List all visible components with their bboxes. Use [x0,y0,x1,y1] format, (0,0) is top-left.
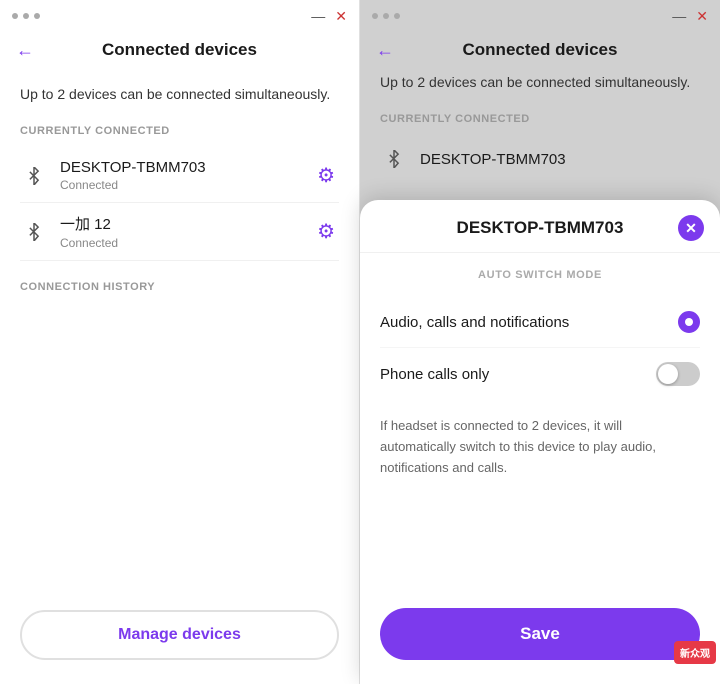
bluetooth-icon-1 [20,162,48,190]
right-device-partial-name: DESKTOP-TBMM703 [420,151,566,168]
watermark: 新众观 [674,641,716,664]
manage-devices-button[interactable]: Manage devices [20,610,339,660]
right-dot-1 [372,13,378,19]
left-page-title: Connected devices [102,40,257,60]
left-minimize-button[interactable]: — [311,9,325,23]
device-1-info: DESKTOP-TBMM703 Connected [60,159,313,192]
right-window-controls: — ✕ [672,9,708,23]
left-close-button[interactable]: ✕ [335,9,347,23]
device-2-status: Connected [60,236,313,250]
auto-switch-section-label: AUTO SWITCH MODE [380,269,700,281]
left-dots [12,13,40,19]
right-dot-3 [394,13,400,19]
right-content-top: Up to 2 devices can be connected simulta… [360,72,720,193]
right-dot-2 [383,13,389,19]
right-section-currently: CURRENTLY CONNECTED [380,113,700,125]
device-1-name: DESKTOP-TBMM703 [60,159,313,176]
right-minimize-button[interactable]: — [672,9,686,23]
option-phone-label: Phone calls only [380,366,656,383]
dot-2 [23,13,29,19]
left-subtitle: Up to 2 devices can be connected simulta… [20,84,339,105]
right-close-button[interactable]: ✕ [696,9,708,23]
modal-footer: Save [360,596,720,684]
left-header: ← Connected devices [0,32,359,72]
option-phone-calls: Phone calls only [380,348,700,400]
device-settings-modal: DESKTOP-TBMM703 ✕ AUTO SWITCH MODE Audio… [360,200,720,684]
right-device-partial: DESKTOP-TBMM703 [380,137,700,181]
modal-close-button[interactable]: ✕ [678,215,704,241]
device-item-oneplus: 一加 12 Connected ⚙ [20,203,339,261]
option-audio-label: Audio, calls and notifications [380,314,678,331]
right-panel: — ✕ ← Connected devices Up to 2 devices … [360,0,720,684]
right-title-bar: — ✕ [360,0,720,32]
right-page-title: Connected devices [463,40,618,60]
left-section-currently: CURRENTLY CONNECTED [20,125,339,137]
device-item-desktop: DESKTOP-TBMM703 Connected ⚙ [20,149,339,203]
left-title-bar: — ✕ [0,0,359,32]
device-1-status: Connected [60,178,313,192]
left-window-controls: — ✕ [311,9,347,23]
option-audio-calls: Audio, calls and notifications [380,297,700,348]
section-history-label: CONNECTION HISTORY [20,281,339,293]
bluetooth-icon-2 [20,218,48,246]
device-2-settings-button[interactable]: ⚙ [313,215,339,248]
modal-title: DESKTOP-TBMM703 [457,218,624,238]
dot-3 [34,13,40,19]
modal-header: DESKTOP-TBMM703 ✕ [360,200,720,253]
right-back-button[interactable]: ← [376,40,394,61]
left-panel: — ✕ ← Connected devices Up to 2 devices … [0,0,360,684]
right-subtitle: Up to 2 devices can be connected simulta… [380,72,700,93]
device-2-info: 一加 12 Connected [60,213,313,250]
modal-content: AUTO SWITCH MODE Audio, calls and notifi… [360,253,720,596]
device-2-name: 一加 12 [60,213,313,234]
save-button[interactable]: Save [380,608,700,660]
device-1-settings-button[interactable]: ⚙ [313,159,339,192]
history-section: CONNECTION HISTORY [20,281,339,293]
option-audio-radio[interactable] [678,311,700,333]
right-bluetooth-icon [380,145,408,173]
left-bottom: Manage devices [0,594,359,684]
right-header: ← Connected devices [360,32,720,72]
right-dots [372,13,400,19]
left-back-button[interactable]: ← [16,40,34,61]
dot-1 [12,13,18,19]
left-content: Up to 2 devices can be connected simulta… [0,72,359,594]
option-phone-toggle[interactable] [656,362,700,386]
auto-switch-description: If headset is connected to 2 devices, it… [380,416,700,478]
toggle-knob [658,364,678,384]
